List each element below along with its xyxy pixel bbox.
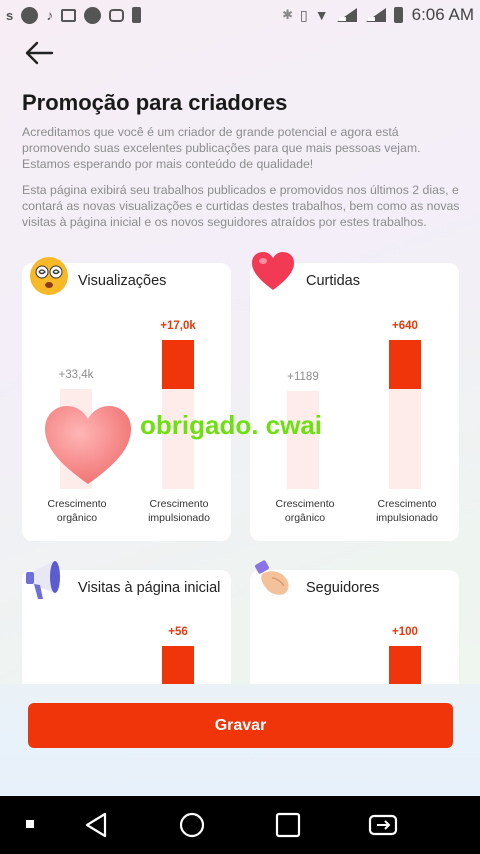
caption-line: orgânico	[284, 512, 326, 524]
handshake-icon	[252, 556, 298, 602]
boosted-value: +56	[168, 626, 188, 638]
description-1: Acreditamos que você é um criador de gra…	[22, 125, 421, 171]
battery-saver-icon	[132, 7, 142, 23]
caption-line: Crescimento	[377, 498, 437, 510]
status-time: 6:06 AM	[411, 5, 474, 24]
card-title: Seguidores	[306, 580, 380, 596]
bluetooth-icon: ✱	[282, 7, 294, 22]
followers-card: Seguidores +100	[250, 560, 459, 706]
s-icon: s	[6, 7, 14, 23]
boosted-value: +100	[392, 626, 418, 638]
boosted-bar	[162, 340, 194, 389]
likes-card: Curtidas +1189 +640 Crescimento orgânico…	[250, 252, 459, 541]
profile-visits-card: Visitas à página inicial +56	[22, 561, 231, 706]
card-title: Visualizações	[78, 273, 167, 289]
home-circle-icon[interactable]	[178, 811, 206, 839]
card-title: Curtidas	[306, 273, 360, 289]
circle-icon	[84, 6, 102, 24]
page-title: Promoção para criadores	[22, 90, 288, 115]
heart-emoji-icon	[250, 249, 296, 295]
caption-boosted: Crescimento impulsionado	[134, 497, 224, 525]
system-nav-bar	[0, 796, 480, 854]
dizzy-face-emoji-icon	[26, 253, 72, 299]
caption-line: Crescimento	[47, 498, 107, 510]
caption-boosted: Crescimento impulsionado	[362, 497, 452, 525]
vibrate-icon: ▯	[300, 6, 308, 23]
heart-icon	[45, 406, 131, 484]
caption-line: impulsionado	[148, 512, 210, 524]
organic-value: +1189	[287, 371, 319, 383]
arrow-left-icon	[25, 41, 54, 65]
signal-icon	[365, 8, 386, 22]
boosted-value: +640	[392, 320, 418, 332]
overview-square-icon[interactable]	[275, 812, 301, 838]
organic-value: +33,4k	[58, 369, 94, 381]
gallery-icon	[61, 8, 77, 22]
boosted-bar	[389, 340, 421, 389]
caption-line: Crescimento	[275, 498, 335, 510]
boosted-value: +17,0k	[160, 320, 196, 332]
caption-line: impulsionado	[376, 512, 438, 524]
status-bar: s ♪ ✱ ▯ ▼ 6:06 AM	[0, 0, 480, 30]
recents-dot-icon[interactable]	[26, 820, 34, 828]
wifi-icon: ▼	[314, 7, 329, 23]
caption-organic: Crescimento orgânico	[260, 497, 350, 525]
cast-icon	[109, 8, 125, 22]
back-button[interactable]	[22, 38, 56, 68]
tiktok-icon: ♪	[46, 7, 54, 23]
back-triangle-icon[interactable]	[84, 812, 108, 838]
caption-line: orgânico	[56, 512, 98, 524]
circle-icon	[21, 6, 39, 24]
megaphone-icon	[24, 556, 70, 602]
signal-icon	[336, 8, 357, 22]
screen-rotate-icon[interactable]	[368, 813, 398, 837]
caption-line: Crescimento	[149, 498, 209, 510]
battery-icon	[393, 7, 403, 23]
save-button[interactable]: Gravar	[28, 703, 453, 748]
watermark-text: obrigado. cwai	[140, 410, 323, 440]
card-title: Visitas à página inicial	[78, 580, 221, 596]
description-2: Esta página exibirá seu trabalhos public…	[22, 183, 460, 229]
caption-organic: Crescimento orgânico	[32, 497, 122, 525]
